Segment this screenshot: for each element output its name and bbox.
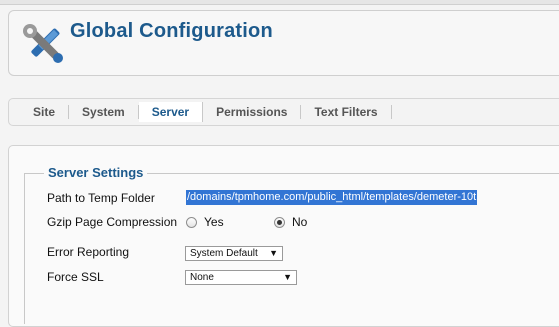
temp-folder-label: Path to Temp Folder (47, 191, 155, 205)
top-strip (0, 0, 559, 5)
tab-text-filters[interactable]: Text Filters (301, 105, 392, 119)
gzip-yes-label: Yes (204, 215, 224, 229)
force-ssl-value: None (190, 272, 214, 283)
gzip-no-label: No (292, 215, 308, 229)
tab-server[interactable]: Server (138, 102, 204, 122)
server-settings-legend: Server Settings (44, 165, 148, 180)
force-ssl-label: Force SSL (47, 270, 104, 284)
tab-site[interactable]: Site (9, 105, 70, 119)
tab-system[interactable]: System (69, 105, 139, 119)
temp-folder-input[interactable]: /domains/tpmhome.com/public_html/templat… (186, 190, 478, 205)
gzip-label: Gzip Page Compression (47, 215, 178, 229)
gzip-yes-radio[interactable] (186, 217, 197, 228)
error-reporting-select[interactable]: System Default ▼ (185, 246, 283, 261)
force-ssl-select[interactable]: None ▼ (185, 270, 297, 285)
chevron-down-icon: ▼ (283, 272, 292, 282)
tab-bar: Site System Server Permissions Text Filt… (8, 98, 559, 126)
page-title: Global Configuration (70, 20, 273, 42)
error-reporting-label: Error Reporting (47, 245, 130, 259)
tab-permissions[interactable]: Permissions (203, 105, 302, 119)
gzip-no-radio[interactable] (274, 217, 285, 228)
error-reporting-value: System Default (190, 248, 258, 259)
tools-icon (23, 24, 63, 63)
chevron-down-icon: ▼ (269, 248, 278, 258)
